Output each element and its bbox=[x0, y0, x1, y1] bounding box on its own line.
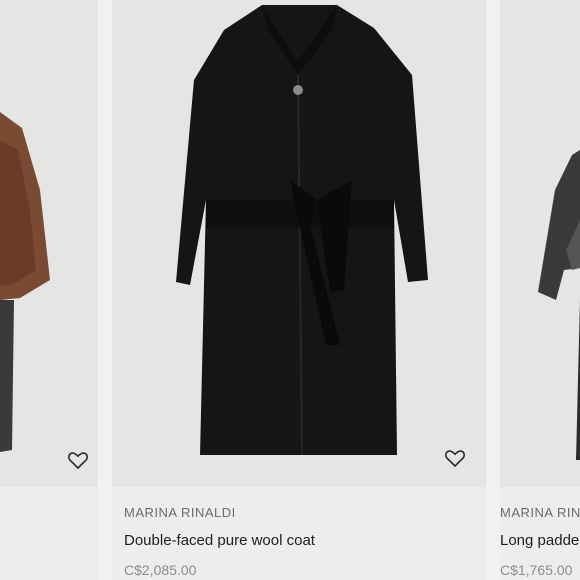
card-divider bbox=[98, 0, 112, 580]
favorite-heart-icon[interactable] bbox=[66, 448, 90, 472]
padded-coat-illustration bbox=[538, 150, 580, 460]
product-price: C$1,765.00 bbox=[500, 562, 573, 578]
card-divider bbox=[486, 0, 500, 580]
product-info-2: MARINA RINALDI Double-faced pure wool co… bbox=[112, 487, 486, 580]
product-price: C$2,085.00 bbox=[124, 562, 197, 578]
product-card-3[interactable]: MARINA RINA Long padde C$1,765.00 bbox=[500, 0, 580, 580]
product-brand[interactable]: MARINA RINA bbox=[500, 505, 580, 520]
product-brand[interactable]: MARINA RINALDI bbox=[124, 505, 236, 520]
product-image-padded-coat[interactable] bbox=[500, 0, 580, 487]
product-info-3: MARINA RINA Long padde C$1,765.00 bbox=[500, 487, 580, 580]
product-name[interactable]: Double-faced pure wool coat bbox=[124, 532, 315, 549]
product-image-black-coat[interactable] bbox=[112, 0, 486, 487]
product-image-brown-coat[interactable] bbox=[0, 0, 98, 487]
product-card-1[interactable] bbox=[0, 0, 98, 580]
favorite-heart-icon[interactable] bbox=[443, 446, 467, 470]
product-name[interactable]: Long padde bbox=[500, 532, 579, 549]
product-info-1 bbox=[0, 487, 98, 580]
black-coat-illustration bbox=[176, 5, 428, 456]
product-card-2[interactable]: MARINA RINALDI Double-faced pure wool co… bbox=[112, 0, 486, 580]
brown-coat-illustration bbox=[0, 112, 50, 452]
